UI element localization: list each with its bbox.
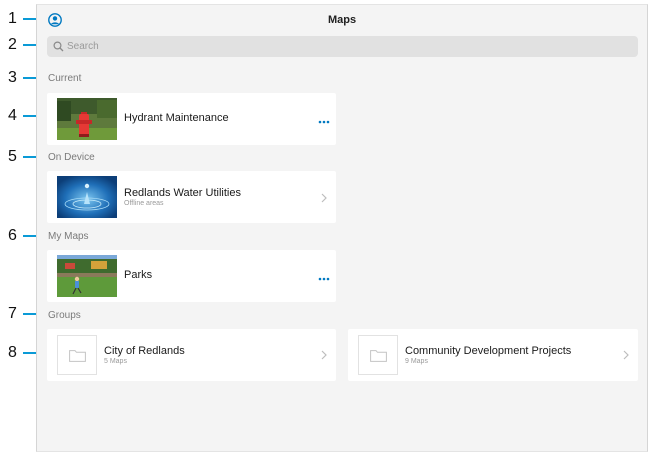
folder-thumbnail	[358, 335, 398, 375]
callout-number: 8	[8, 344, 17, 361]
folder-thumbnail	[57, 335, 97, 375]
chevron-right-icon[interactable]	[623, 350, 629, 360]
group-card-community-development[interactable]: Community Development Projects 9 Maps	[348, 329, 638, 381]
map-title: Hydrant Maintenance	[124, 112, 229, 124]
map-card-current[interactable]: Hydrant Maintenance	[47, 93, 336, 145]
group-map-count: 9 Maps	[405, 358, 428, 365]
group-title: City of Redlands	[104, 345, 185, 357]
chevron-right-icon[interactable]	[321, 350, 327, 360]
search-bar[interactable]	[47, 36, 638, 57]
folder-icon	[69, 350, 86, 362]
page-title: Maps	[327, 14, 357, 26]
section-label-groups: Groups	[48, 310, 81, 321]
section-label-current: Current	[48, 73, 82, 84]
map-title: Parks	[124, 269, 153, 281]
section-label-my-maps: My Maps	[48, 231, 89, 242]
callout-number: 3	[8, 69, 17, 86]
callout-number: 1	[8, 10, 17, 27]
section-label-on-device: On Device	[48, 152, 95, 163]
map-title: Redlands Water Utilities	[124, 187, 241, 199]
map-card-on-device[interactable]: Redlands Water Utilities Offline areas	[47, 171, 336, 223]
callout-number: 2	[8, 36, 17, 53]
more-dots-icon[interactable]	[318, 120, 330, 124]
callout-number: 5	[8, 148, 17, 165]
hydrant-thumbnail	[57, 98, 117, 140]
folder-icon	[370, 350, 387, 362]
water-drop-thumbnail	[57, 176, 117, 218]
callout-number: 4	[8, 107, 17, 124]
group-map-count: 5 Maps	[104, 358, 127, 365]
callout-number: 6	[8, 227, 17, 244]
chevron-right-icon[interactable]	[321, 193, 327, 203]
search-icon	[53, 41, 64, 52]
group-title: Community Development Projects	[405, 345, 572, 357]
more-dots-icon[interactable]	[318, 277, 330, 281]
search-input[interactable]	[67, 36, 607, 57]
map-subtitle: Offline areas	[124, 200, 164, 207]
park-thumbnail	[57, 255, 117, 297]
callout-number: 7	[8, 305, 17, 322]
maps-app: Maps Current Hydrant Maintenance	[36, 4, 648, 452]
annotated-screenshot: 1 2 3 4 5 6 7 8 Maps Search Current Hydr…	[0, 0, 650, 454]
group-card-city-of-redlands[interactable]: City of Redlands 5 Maps	[47, 329, 336, 381]
map-card-parks[interactable]: Parks	[47, 250, 336, 302]
